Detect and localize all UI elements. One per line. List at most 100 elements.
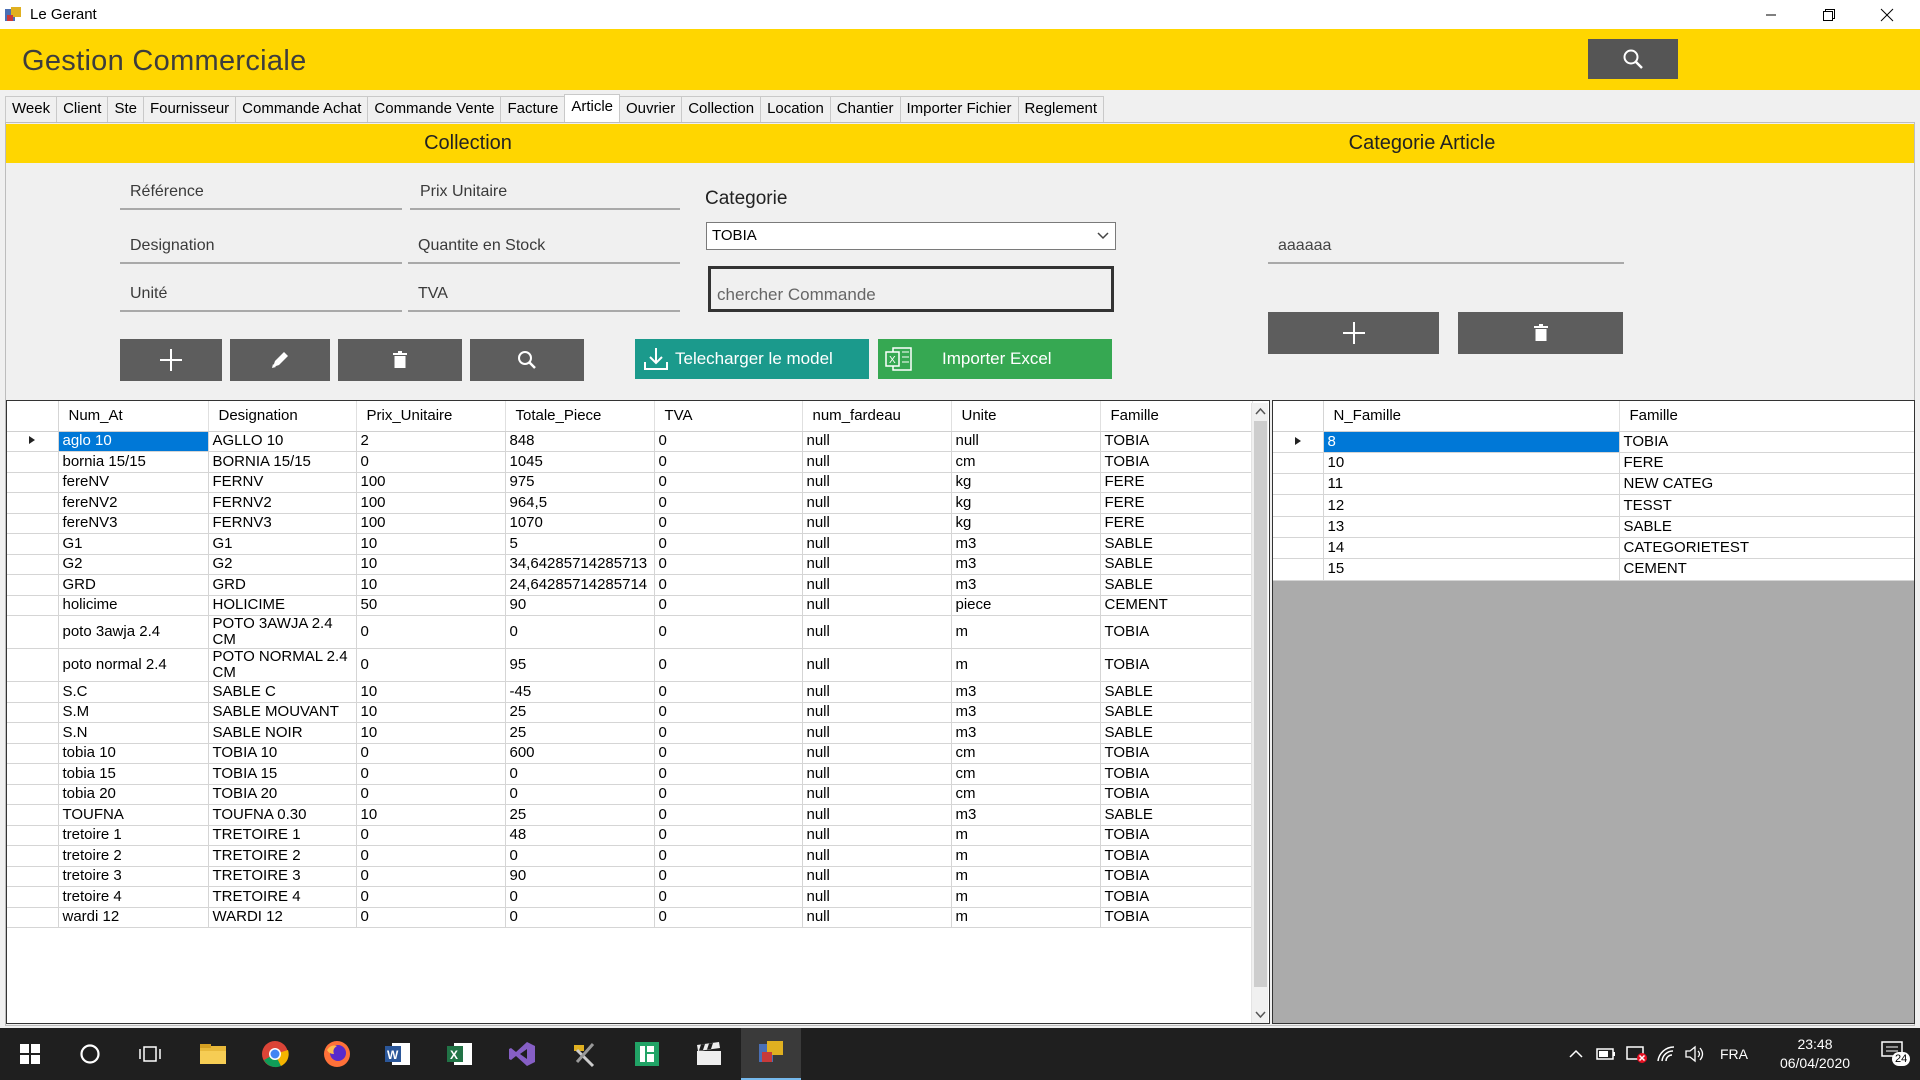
- cell-designation[interactable]: TRETOIRE 4: [208, 886, 357, 908]
- cell-totale_piece[interactable]: 25: [505, 804, 655, 826]
- table-row[interactable]: poto normal 2.4 POTO NORMAL 2.4 CM 0 95 0 nul…: [7, 648, 1253, 682]
- cell-designation[interactable]: HOLICIME: [208, 595, 357, 616]
- row-selector[interactable]: [7, 722, 59, 744]
- cell-famille[interactable]: FERE: [1100, 513, 1253, 534]
- cell-num_at[interactable]: holicime: [58, 595, 209, 616]
- cell-prix_unitaire[interactable]: 2: [356, 431, 506, 452]
- designation-field[interactable]: Designation: [120, 232, 402, 264]
- table-row[interactable]: tobia 20 TOBIA 20 0 0 0 null cm TOBIA: [7, 784, 1253, 805]
- table-row[interactable]: S.N SABLE NOIR 10 25 0 null m3 SABLE: [7, 722, 1253, 744]
- cell-unite[interactable]: cm: [951, 743, 1101, 764]
- row-selector[interactable]: [7, 451, 59, 473]
- cell-num_at[interactable]: tretoire 2: [58, 845, 209, 867]
- cell-designation[interactable]: FERNV3: [208, 513, 357, 534]
- cell-tva[interactable]: 0: [654, 681, 803, 703]
- firefox-taskbar[interactable]: [307, 1028, 367, 1080]
- row-selector[interactable]: [7, 431, 59, 452]
- categorie-name-input[interactable]: aaaaaa: [1268, 232, 1624, 264]
- table-row[interactable]: poto 3awja 2.4 POTO 3AWJA 2.4 CM 0 0 0 null m T…: [7, 615, 1253, 649]
- cell-famille[interactable]: TOBIA: [1100, 907, 1253, 928]
- task-view-button[interactable]: [120, 1028, 180, 1080]
- cell-designation[interactable]: TRETOIRE 3: [208, 866, 357, 887]
- cell-designation[interactable]: G1: [208, 533, 357, 555]
- cell-unite[interactable]: m3: [951, 574, 1101, 596]
- cell-n_famille[interactable]: 11: [1323, 473, 1620, 496]
- table-row[interactable]: G1 G1 10 5 0 null m3 SABLE: [7, 533, 1253, 555]
- cell-unite[interactable]: m3: [951, 533, 1101, 555]
- cell-num_at[interactable]: TOUFNA: [58, 804, 209, 826]
- row-selector[interactable]: [7, 533, 59, 555]
- cell-num_fardeau[interactable]: null: [802, 825, 952, 846]
- search-commande-input[interactable]: chercher Commande: [708, 266, 1114, 312]
- cell-n_famille[interactable]: 14: [1323, 537, 1620, 560]
- cell-num_fardeau[interactable]: null: [802, 681, 952, 703]
- notifications-button[interactable]: 24: [1880, 1039, 1911, 1069]
- clock[interactable]: 23:48 06/04/2020: [1770, 1035, 1860, 1073]
- row-selector[interactable]: [1273, 473, 1324, 496]
- cell-famille[interactable]: TOBIA: [1100, 784, 1253, 805]
- reference-field[interactable]: Référence: [120, 178, 402, 210]
- cell-unite[interactable]: m3: [951, 554, 1101, 575]
- tab-commande-vente[interactable]: Commande Vente: [367, 96, 502, 122]
- cell-tva[interactable]: 0: [654, 513, 803, 534]
- cell-tva[interactable]: 0: [654, 492, 803, 514]
- cell-designation[interactable]: BORNIA 15/15: [208, 451, 357, 473]
- table-row[interactable]: fereNV2 FERNV2 100 964,5 0 null kg FERE: [7, 492, 1253, 514]
- cell-n_famille[interactable]: 12: [1323, 494, 1620, 517]
- table-row[interactable]: S.C SABLE C 10 -45 0 null m3 SABLE: [7, 681, 1253, 703]
- cell-tva[interactable]: 0: [654, 825, 803, 846]
- le-gerant-taskbar[interactable]: [741, 1028, 801, 1080]
- cell-num_at[interactable]: G1: [58, 533, 209, 555]
- table-row[interactable]: 14 CATEGORIETEST: [1273, 537, 1914, 560]
- battery-icon[interactable]: [1596, 1047, 1616, 1061]
- cell-tva[interactable]: 0: [654, 763, 803, 785]
- cell-num_at[interactable]: tretoire 1: [58, 825, 209, 846]
- cell-totale_piece[interactable]: 90: [505, 595, 655, 616]
- cell-totale_piece[interactable]: 1070: [505, 513, 655, 534]
- cell-tva[interactable]: 0: [654, 784, 803, 805]
- table-row[interactable]: S.M SABLE MOUVANT 10 25 0 null m3 SABLE: [7, 702, 1253, 723]
- cell-totale_piece[interactable]: 95: [505, 648, 655, 682]
- cell-num_fardeau[interactable]: null: [802, 722, 952, 744]
- cell-tva[interactable]: 0: [654, 615, 803, 649]
- visual-studio-taskbar[interactable]: [492, 1028, 552, 1080]
- prix-unitaire-field[interactable]: Prix Unitaire: [410, 178, 680, 210]
- cell-unite[interactable]: kg: [951, 472, 1101, 493]
- cell-tva[interactable]: 0: [654, 743, 803, 764]
- cell-famille[interactable]: TOBIA: [1100, 451, 1253, 473]
- security-alert-icon[interactable]: [1626, 1045, 1648, 1063]
- cell-unite[interactable]: m3: [951, 681, 1101, 703]
- cell-designation[interactable]: SABLE MOUVANT: [208, 702, 357, 723]
- cell-num_fardeau[interactable]: null: [802, 743, 952, 764]
- volume-icon[interactable]: [1684, 1045, 1706, 1063]
- row-selector[interactable]: [7, 804, 59, 826]
- categorie-select[interactable]: TOBIA: [706, 222, 1116, 250]
- column-header-n_famille[interactable]: N_Famille: [1323, 401, 1620, 432]
- cell-num_at[interactable]: bornia 15/15: [58, 451, 209, 473]
- cell-totale_piece[interactable]: 25: [505, 702, 655, 723]
- cell-unite[interactable]: m: [951, 866, 1101, 887]
- cell-n_famille[interactable]: 10: [1323, 452, 1620, 475]
- cell-num_at[interactable]: S.C: [58, 681, 209, 703]
- download-model-button[interactable]: Telecharger le model: [635, 339, 869, 379]
- cell-num_at[interactable]: tobia 20: [58, 784, 209, 805]
- cell-famille[interactable]: CATEGORIETEST: [1619, 537, 1914, 560]
- cell-num_fardeau[interactable]: null: [802, 472, 952, 493]
- language-indicator[interactable]: FRA: [1720, 1046, 1748, 1062]
- scrollbar-thumb[interactable]: [1254, 421, 1267, 987]
- cell-famille[interactable]: SABLE: [1100, 681, 1253, 703]
- row-selector[interactable]: [7, 615, 59, 649]
- cell-num_fardeau[interactable]: null: [802, 763, 952, 785]
- tab-collection[interactable]: Collection: [681, 96, 762, 122]
- scroll-up-icon[interactable]: [1252, 405, 1269, 419]
- cell-famille[interactable]: SABLE: [1619, 516, 1914, 538]
- cell-prix_unitaire[interactable]: 10: [356, 574, 506, 596]
- column-header-designation[interactable]: Designation: [208, 401, 357, 432]
- cell-num_fardeau[interactable]: null: [802, 886, 952, 908]
- tab-location[interactable]: Location: [760, 96, 831, 122]
- cell-prix_unitaire[interactable]: 0: [356, 845, 506, 867]
- articles-scrollbar[interactable]: [1251, 403, 1268, 1023]
- cell-totale_piece[interactable]: 0: [505, 845, 655, 867]
- cell-num_at[interactable]: wardi 12: [58, 907, 209, 928]
- cell-designation[interactable]: TOUFNA 0.30: [208, 804, 357, 826]
